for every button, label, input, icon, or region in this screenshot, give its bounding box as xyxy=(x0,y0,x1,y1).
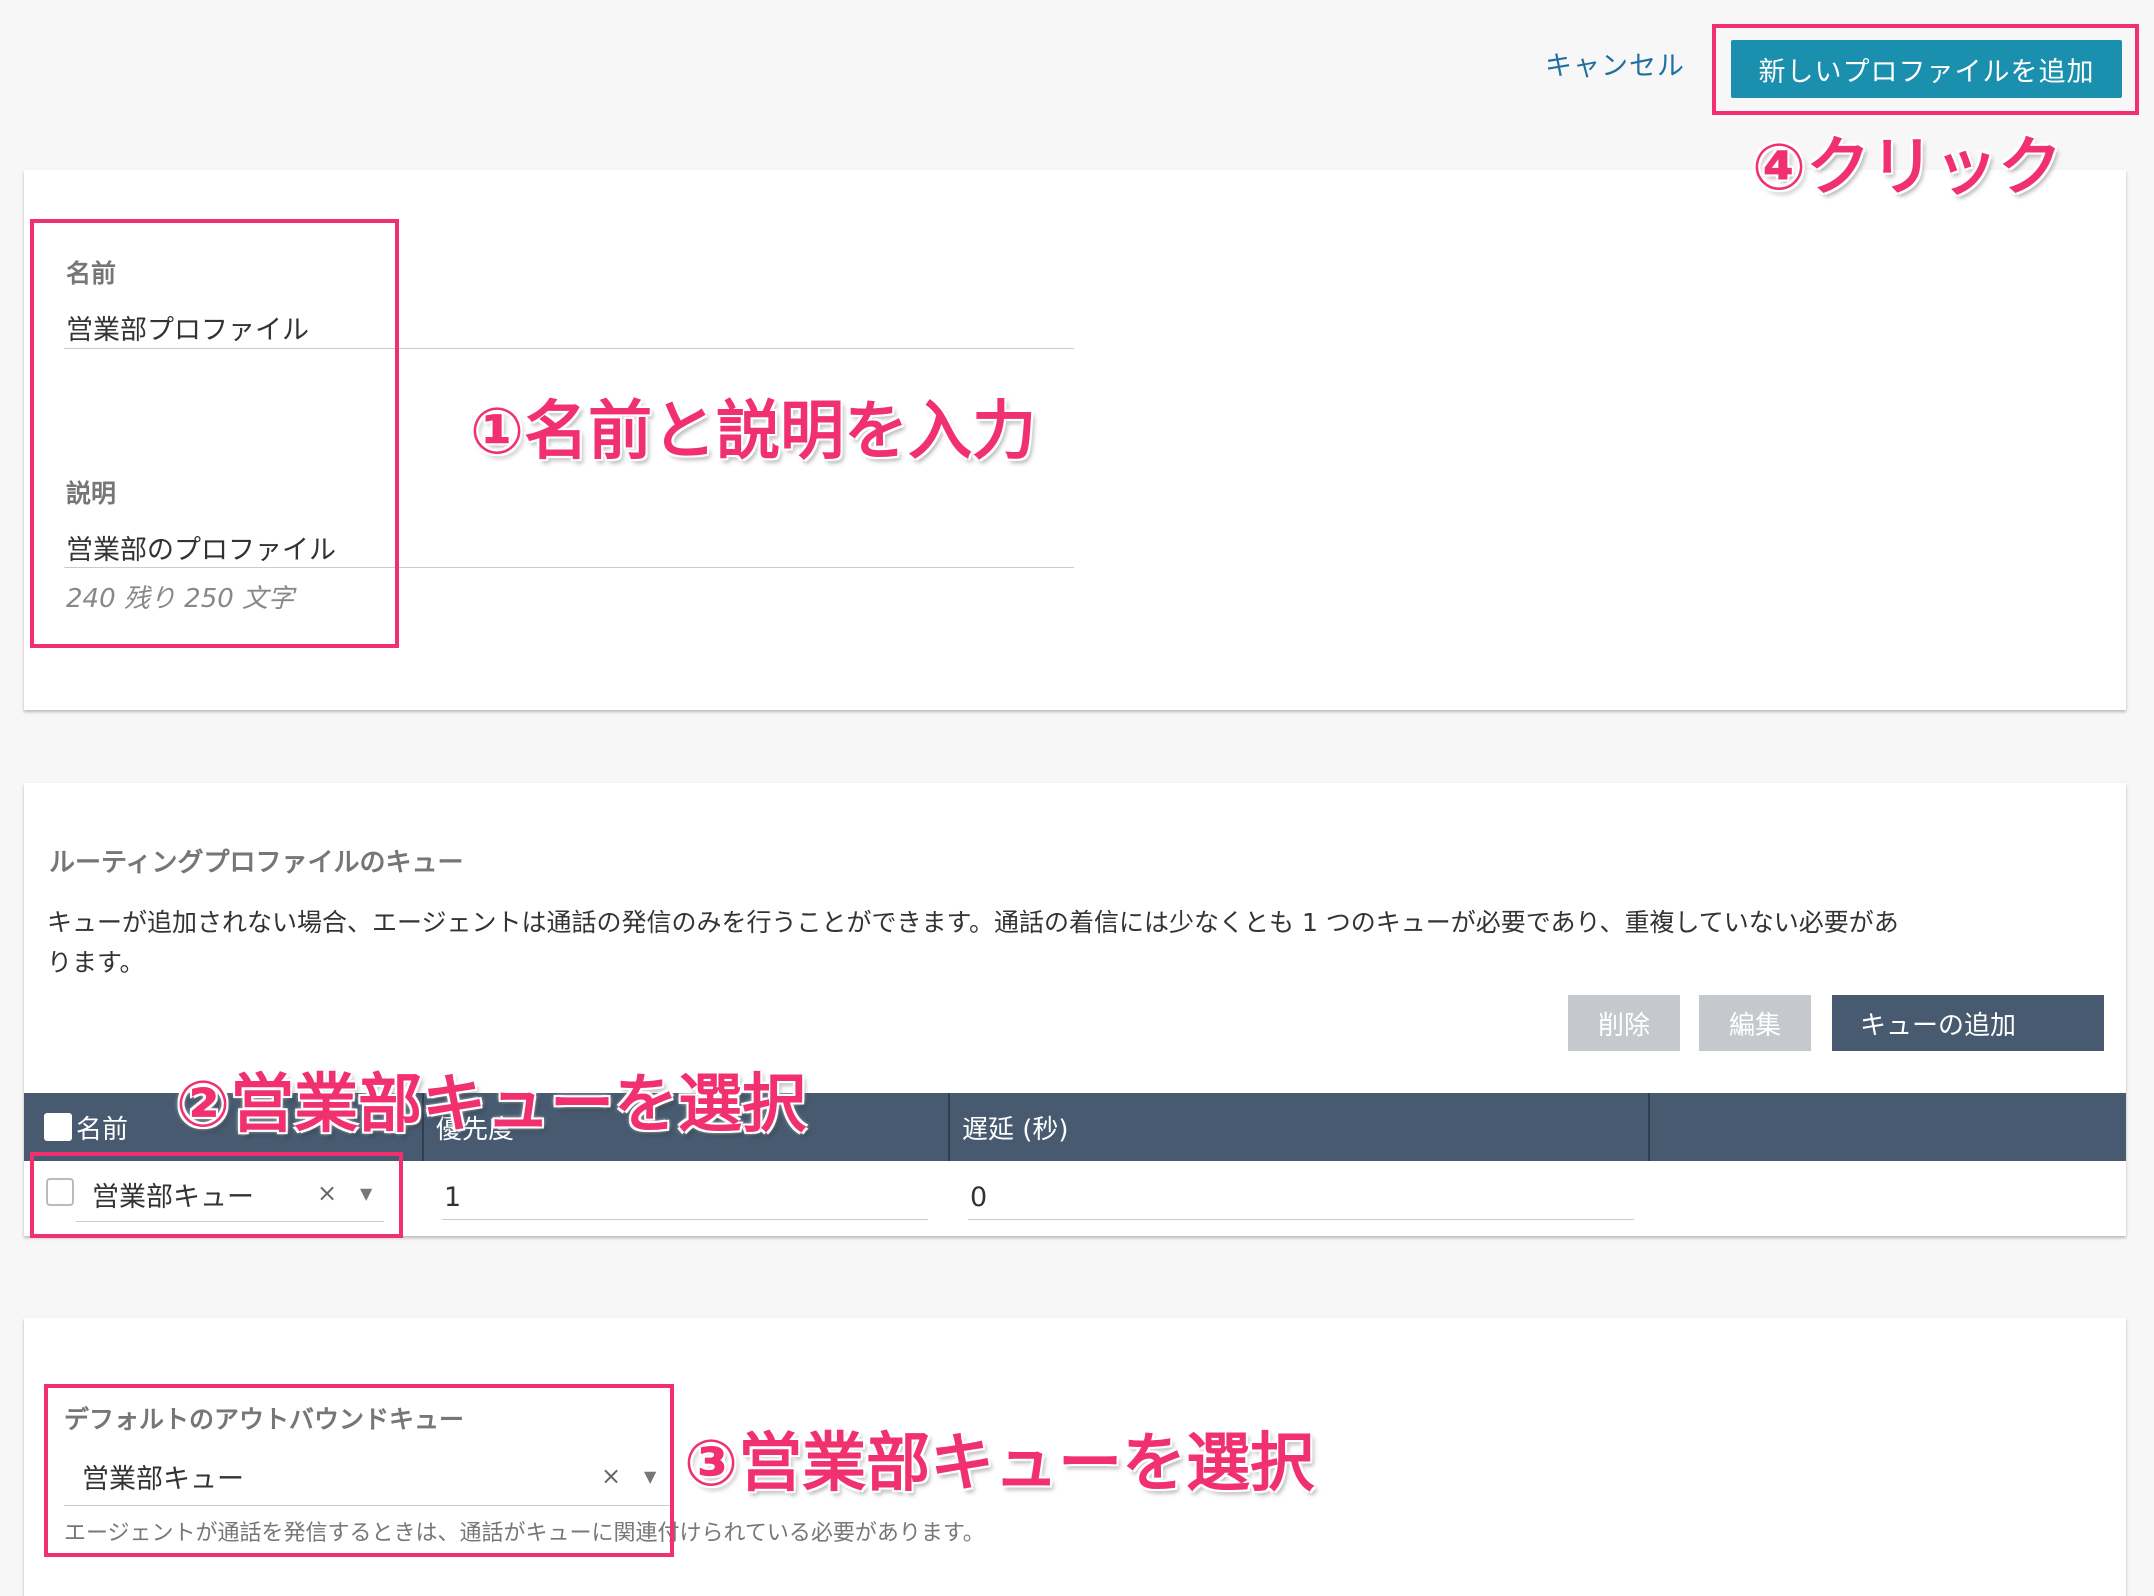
column-delay-label: 遅延 (秒) xyxy=(962,1114,1069,1145)
queues-description-line1: キューが追加されない場合、エージェントは通話の発信のみを行うことができます。通話… xyxy=(47,908,1899,937)
delay-input[interactable]: 0 xyxy=(970,1182,987,1213)
delete-button[interactable]: 削除 xyxy=(1568,995,1680,1051)
column-delay[interactable]: 遅延 (秒) xyxy=(950,1093,1650,1161)
cancel-link[interactable]: キャンセル xyxy=(1545,44,1685,83)
annotation-step1: ①名前と説明を入力 xyxy=(470,395,1037,469)
annotation-box-step3 xyxy=(44,1384,674,1557)
delay-input-underline xyxy=(968,1219,1634,1220)
annotation-step3: ③営業部キューを選択 xyxy=(684,1427,1315,1501)
annotation-step2: ②営業部キューを選択 xyxy=(176,1068,807,1142)
queues-description-line2: ります。 xyxy=(47,948,145,977)
annotation-step4: ④クリック xyxy=(1752,131,2063,205)
annotation-box-step2 xyxy=(30,1152,403,1238)
annotation-box-step1 xyxy=(30,219,399,648)
select-all-checkbox[interactable] xyxy=(44,1113,72,1141)
queues-section-title: ルーティングプロファイルのキュー xyxy=(49,848,464,878)
column-name-label: 名前 xyxy=(76,1114,129,1145)
priority-input-underline xyxy=(442,1219,928,1220)
annotation-box-step4 xyxy=(1712,24,2139,115)
priority-input[interactable]: 1 xyxy=(444,1182,461,1213)
edit-button[interactable]: 編集 xyxy=(1699,995,1811,1051)
add-queue-button[interactable]: キューの追加 xyxy=(1832,995,2104,1051)
